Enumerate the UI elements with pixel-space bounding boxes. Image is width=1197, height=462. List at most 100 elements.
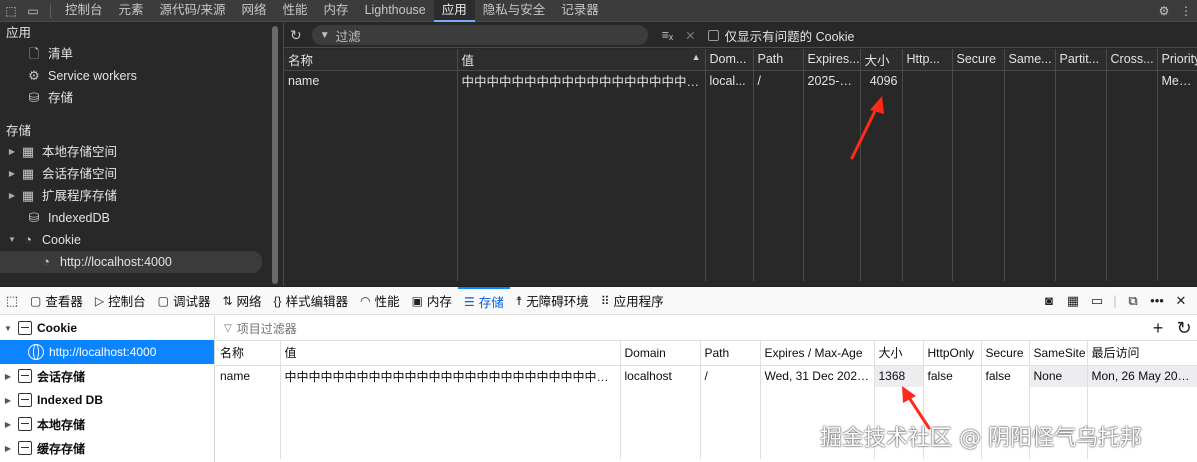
table-row[interactable]: name 中中中中中中中中中中中中中中中中中中中中中中中中中中中中 local.… [284, 70, 1197, 91]
column-header[interactable]: Domain [620, 341, 701, 366]
sidebar-item-storage[interactable]: ⛁ 存储 [0, 87, 270, 109]
column-header[interactable]: HttpOnly [923, 341, 982, 366]
column-header[interactable]: Expires / Max-Age [760, 341, 875, 366]
tab-inspector[interactable]: ▢ 查看器 [24, 287, 89, 315]
cell-expires[interactable]: Wed, 31 Dec 2025... [760, 365, 875, 387]
column-header[interactable]: Expires... [803, 49, 861, 71]
sidebar-item-localhost[interactable]: http://localhost:4000 [0, 340, 214, 364]
expand-arrow-icon[interactable]: ▶ [6, 163, 18, 185]
sidebar-item-indexeddb[interactable]: ⛁ IndexedDB [0, 207, 270, 229]
tab-recorder[interactable]: 记录器 [553, 0, 607, 22]
column-header[interactable]: Dom... [705, 49, 754, 71]
cell-size[interactable]: 4096 [860, 70, 903, 91]
device-toolbar-icon[interactable]: ▭ [22, 0, 44, 22]
filter-input[interactable]: ▼ 过滤 [311, 25, 648, 45]
cell-name[interactable]: name [284, 70, 458, 91]
cell-size[interactable]: 1368 [874, 365, 924, 387]
column-header[interactable]: Path [753, 49, 804, 71]
more-options-icon[interactable]: ⋮ [1175, 0, 1197, 22]
tab-console[interactable]: 控制台 [57, 0, 111, 22]
cell-secure[interactable] [952, 70, 1005, 91]
more-options-icon[interactable]: ••• [1145, 293, 1169, 308]
add-item-icon[interactable]: + [1145, 318, 1171, 339]
sidebar-item-local-storage[interactable]: ▶ ▦ 本地存储空间 [0, 141, 270, 163]
column-header[interactable]: Same... [1004, 49, 1056, 71]
sidebar-item-local-storage[interactable]: ▶ 本地存储 [0, 412, 214, 436]
column-header[interactable]: 值 ▲ [457, 49, 706, 71]
expand-arrow-icon[interactable]: ▶ [2, 372, 14, 381]
expand-arrow-icon[interactable]: ▶ [2, 396, 14, 405]
collapse-arrow-icon[interactable]: ▼ [6, 229, 18, 251]
dock-side-icon[interactable]: ⧉ [1121, 293, 1145, 309]
cell-httponly[interactable] [902, 70, 953, 91]
cell-value[interactable]: 中中中中中中中中中中中中中中中中中中中中中中中中中中中中中中中中中中中中 [280, 365, 621, 387]
sidebar-item-localhost-cookie[interactable]: ◔ http://localhost:4000 [0, 251, 262, 273]
tab-console[interactable]: ▷ 控制台 [89, 287, 152, 315]
filter-input[interactable]: 项目过滤器 [237, 320, 297, 337]
tab-elements[interactable]: 元素 [111, 0, 152, 22]
inspect-element-icon[interactable]: ⬚ [0, 0, 22, 22]
cell-partition[interactable] [1055, 70, 1107, 91]
column-header[interactable]: 值 [280, 341, 621, 366]
tab-storage[interactable]: ☰ 存储 [457, 286, 510, 315]
sidebar-item-cookie[interactable]: ▼ ◔ Cookie [0, 229, 270, 251]
sidebar-item-cookie[interactable]: ▼ Cookie [0, 316, 214, 340]
tab-network[interactable]: ⇅ 网络 [216, 287, 267, 315]
cell-last-accessed[interactable]: Mon, 26 May 202... [1087, 365, 1197, 387]
tab-sources[interactable]: 源代码/来源 [152, 0, 234, 22]
sidebar-item-indexed-db[interactable]: ▶ Indexed DB [0, 388, 214, 412]
cell-domain[interactable]: localhost [620, 365, 701, 387]
column-header[interactable]: Priority [1157, 49, 1197, 71]
sidebar-item-cache-storage[interactable]: ▶ 缓存存储 [0, 436, 214, 460]
cell-priority[interactable]: Medi... [1157, 70, 1197, 91]
sidebar-item-service-workers[interactable]: ⚙ Service workers [0, 65, 270, 87]
sidebar-item-session-storage[interactable]: ▶ ▦ 会话存储空间 [0, 163, 270, 185]
column-header[interactable]: 名称 [216, 341, 281, 366]
only-issues-checkbox[interactable] [707, 29, 719, 41]
cell-expires[interactable]: 2025-1... [803, 70, 861, 91]
tab-performance[interactable]: ◠ 性能 [354, 287, 406, 315]
tab-network[interactable]: 网络 [234, 0, 275, 22]
tab-privacy-security[interactable]: 隐私与安全 [475, 0, 554, 22]
collapse-arrow-icon[interactable]: ▼ [2, 324, 14, 333]
responsive-design-icon[interactable]: ▦ [1061, 293, 1085, 309]
tab-application[interactable]: 应用 [433, 0, 475, 22]
refresh-icon[interactable]: ↻ [1171, 318, 1197, 339]
column-header[interactable]: SameSite [1029, 341, 1088, 366]
sidebar-item-extension-storage[interactable]: ▶ ▦ 扩展程序存储 [0, 185, 270, 207]
cell-path[interactable]: / [700, 365, 761, 387]
column-header[interactable]: Partit... [1055, 49, 1107, 71]
cell-samesite[interactable] [1004, 70, 1056, 91]
tab-debugger[interactable]: ▢ 调试器 [152, 287, 217, 315]
sidebar-scrollbar[interactable] [272, 26, 278, 284]
clear-filtered-cookies-icon[interactable]: ≡ₓ [662, 28, 673, 42]
cell-samesite[interactable]: None [1029, 365, 1088, 387]
table-row[interactable]: name 中中中中中中中中中中中中中中中中中中中中中中中中中中中中中中中中中中中… [216, 365, 1197, 387]
cell-secure[interactable]: false [981, 365, 1030, 387]
delete-selected-icon[interactable]: ✕ [685, 28, 695, 43]
tab-style-editor[interactable]: {} 样式编辑器 [268, 287, 355, 315]
tab-memory[interactable]: 内存 [316, 0, 357, 22]
tab-accessibility[interactable]: ☨ 无障碍环境 [510, 287, 595, 315]
column-header[interactable]: Secure [981, 341, 1030, 366]
ruler-icon[interactable]: ▭ [1085, 293, 1109, 309]
close-icon[interactable]: ✕ [1169, 293, 1193, 309]
settings-gear-icon[interactable]: ⚙ [1153, 0, 1175, 22]
column-header[interactable]: 大小 [860, 49, 903, 71]
tab-performance[interactable]: 性能 [275, 0, 316, 22]
tab-lighthouse[interactable]: Lighthouse [357, 0, 434, 22]
expand-arrow-icon[interactable]: ▶ [6, 141, 18, 163]
tab-memory[interactable]: ▣ 内存 [406, 287, 458, 315]
expand-arrow-icon[interactable]: ▶ [6, 185, 18, 207]
cell-httponly[interactable]: false [923, 365, 982, 387]
pick-element-icon[interactable]: ⬚ [0, 293, 24, 309]
expand-arrow-icon[interactable]: ▶ [2, 420, 14, 429]
column-header[interactable]: 最后访问 [1087, 341, 1197, 366]
sidebar-item-manifest[interactable]: 🗋 清单 [0, 43, 270, 65]
cell-value[interactable]: 中中中中中中中中中中中中中中中中中中中中中中中中中中中中 [457, 70, 706, 91]
sidebar-item-session-storage[interactable]: ▶ 会话存储 [0, 364, 214, 388]
column-header[interactable]: 大小 [874, 341, 924, 366]
cell-domain[interactable]: local... [705, 70, 754, 91]
column-header[interactable]: Path [700, 341, 761, 366]
cell-cross-site[interactable] [1106, 70, 1158, 91]
